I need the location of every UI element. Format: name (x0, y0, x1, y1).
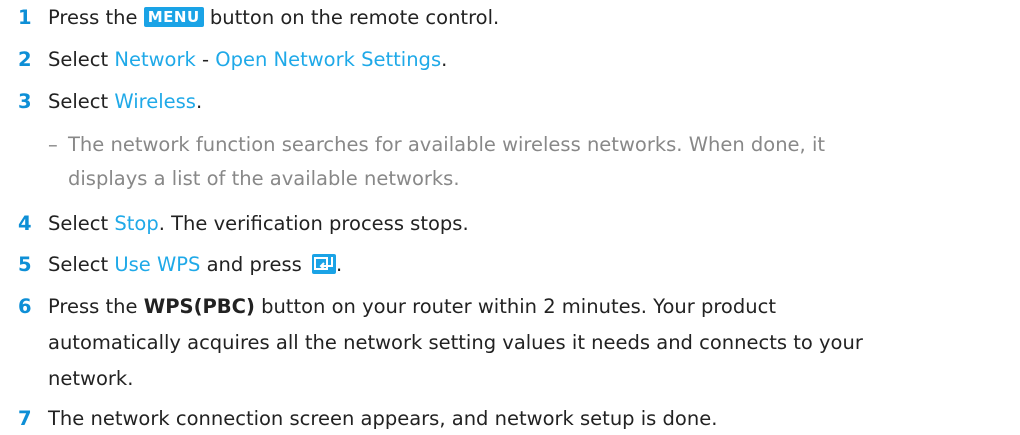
note-dash: – (48, 133, 58, 156)
note-block: – The network function searches for avai… (48, 128, 980, 196)
step-number: 5 (18, 253, 32, 276)
step-text-part: and press (200, 253, 308, 276)
step-text-part: Select (48, 48, 115, 71)
menu-path-wireless: Wireless (114, 90, 196, 113)
step-text: Select Network - Open Network Settings. (48, 48, 1000, 71)
step-text-part: . (441, 48, 448, 71)
menu-path-open-network-settings: Open Network Settings (215, 48, 442, 71)
step-text-part: Select (48, 212, 115, 235)
step-number: 2 (18, 48, 32, 71)
enter-key-icon (311, 254, 336, 274)
step-text-continuation: network. (48, 367, 134, 390)
step-text-part: Select (48, 253, 115, 276)
note-line-2: displays a list of the available network… (68, 167, 460, 190)
note-line-1: The network function searches for availa… (68, 133, 826, 156)
step-text-part: . The verification process stops. (158, 212, 469, 235)
step-text: The network connection screen appears, a… (48, 407, 718, 430)
menu-path-stop: Stop (114, 212, 159, 235)
wps-pbc-label: WPS(PBC) (143, 295, 255, 318)
menu-path-network: Network (114, 48, 196, 71)
step-text: Press the WPS(PBC) button on your router… (48, 295, 1000, 318)
step-text-continuation: automatically acquires all the network s… (48, 331, 863, 354)
step-text-part: button on the remote control. (203, 6, 500, 29)
step-text: Select Use WPS and press . (48, 253, 1000, 276)
step-number: 3 (18, 90, 32, 113)
instruction-list: 1 Press the MENU button on the remote co… (0, 0, 1020, 435)
step-text-part: Press the (48, 6, 144, 29)
step-text-part: Select (48, 90, 115, 113)
step-number: 6 (18, 295, 32, 318)
menu-button-badge: MENU (143, 7, 204, 27)
step-text: Select Stop. The verification process st… (48, 212, 1000, 235)
step-text-part: button on your router within 2 minutes. … (254, 295, 776, 318)
menu-path-use-wps: Use WPS (114, 253, 201, 276)
step-number: 4 (18, 212, 32, 235)
step-text-part: . (195, 90, 203, 113)
step-number: 7 (18, 407, 32, 430)
step-number: 1 (18, 6, 32, 29)
step-text: Select Wireless. (48, 90, 1000, 113)
step-text: Press the MENU button on the remote cont… (48, 6, 1000, 29)
step-text-part: . (335, 253, 343, 276)
step-text-part: - (195, 48, 216, 71)
step-text-part: Press the (48, 295, 144, 318)
